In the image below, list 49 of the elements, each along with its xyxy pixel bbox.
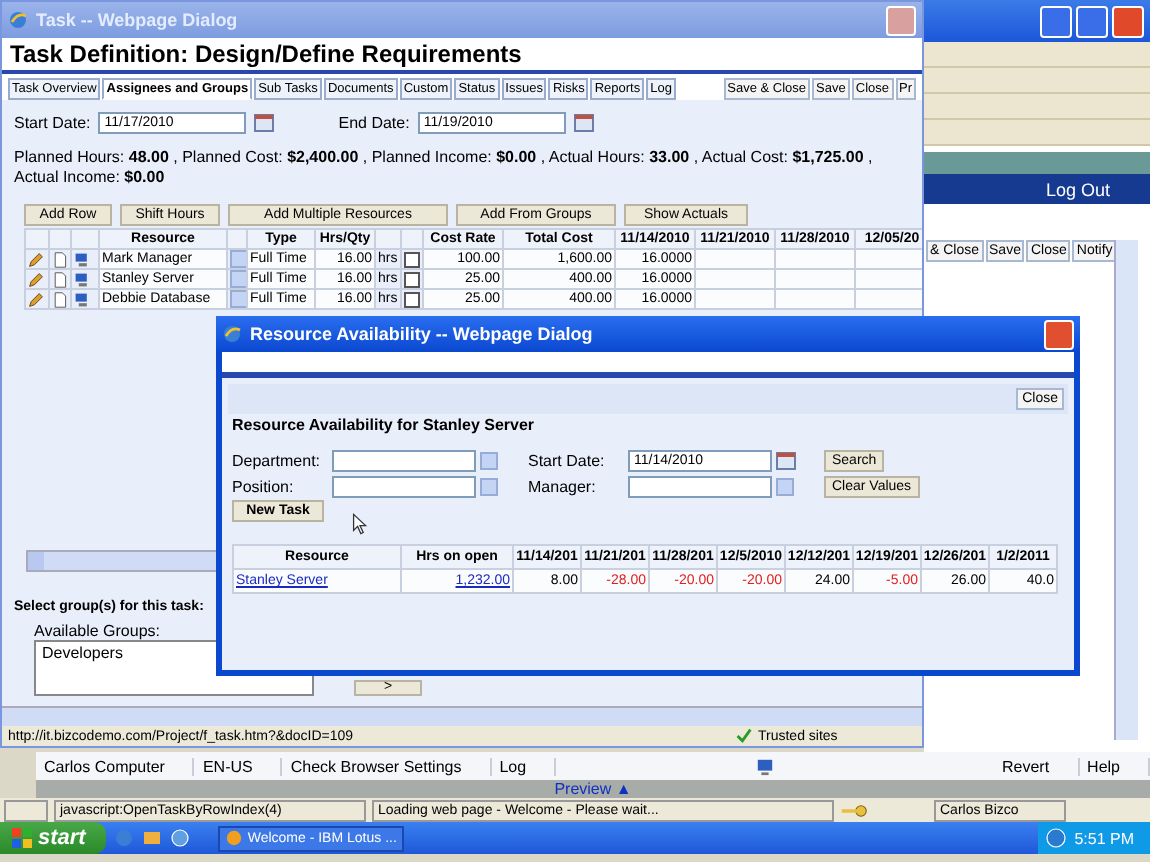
preview-toggle[interactable]: Preview <box>554 780 612 798</box>
department-dropdown[interactable] <box>332 450 476 472</box>
status-item[interactable]: Log <box>491 757 557 775</box>
status-item[interactable]: EN-US <box>194 757 283 775</box>
status-item[interactable]: Check Browser Settings <box>282 757 492 775</box>
caret-icon[interactable]: ▲ <box>615 780 632 798</box>
checkbox[interactable] <box>404 271 420 287</box>
calendar-icon[interactable] <box>776 452 796 470</box>
status-item[interactable]: Help <box>1079 757 1150 775</box>
globe-icon[interactable] <box>169 828 190 848</box>
dialog-title: Resource Availability -- Webpage Dialog <box>250 324 595 344</box>
close-button[interactable] <box>1044 319 1074 349</box>
minimize-button[interactable] <box>1040 5 1072 37</box>
computer-icon[interactable] <box>756 757 775 775</box>
vertical-scrollbar[interactable] <box>1114 240 1138 740</box>
start-button[interactable]: start <box>0 822 106 854</box>
computer-icon[interactable] <box>74 251 90 267</box>
field-label: End Date: <box>338 114 410 132</box>
calendar-icon[interactable] <box>254 114 275 132</box>
manager-dropdown[interactable] <box>628 476 772 498</box>
checkbox[interactable] <box>404 291 420 307</box>
computer-icon[interactable] <box>74 291 90 307</box>
restore-button[interactable] <box>1076 5 1108 37</box>
dialog-title: Task -- Webpage Dialog <box>36 10 240 30</box>
log-out-link[interactable]: Log Out <box>1045 179 1110 199</box>
close-button[interactable] <box>1112 5 1144 37</box>
page-heading: Task Definition: Design/Define Requirements <box>2 38 922 74</box>
status-item[interactable]: Revert <box>993 757 1080 775</box>
mouse-pointer-icon <box>352 512 368 536</box>
key-icon[interactable] <box>840 803 868 817</box>
section-heading: Resource Availability for Stanley Server <box>232 416 537 434</box>
checkbox[interactable] <box>404 251 420 267</box>
field-label: Start Date: <box>14 114 91 132</box>
field-label: Start Date: <box>528 452 607 470</box>
field-label: Available Groups: <box>34 622 162 640</box>
checkmark-icon <box>736 728 752 744</box>
field-label: Manager: <box>528 478 598 496</box>
position-dropdown[interactable] <box>332 476 476 498</box>
horizontal-scrollbar[interactable] <box>26 550 218 572</box>
status-item[interactable]: Carlos Computer <box>36 757 195 775</box>
computer-icon[interactable] <box>74 271 90 287</box>
calendar-icon[interactable] <box>573 114 594 132</box>
horizontal-scrollbar[interactable] <box>2 706 922 726</box>
summary-text: Planned Hours: 48.00 , Planned Cost: $2,400.00 , Planned Income: $0.00 , Actual Hours: 33.00 , Actual Cost: $1,725.00 , Actual Income: $0.00 <box>14 148 875 188</box>
field-label: Position: <box>232 478 296 496</box>
windows-logo-icon <box>12 828 32 848</box>
field-label: Department: <box>232 452 323 470</box>
clock: 5:51 PM <box>1074 829 1134 847</box>
folder-icon[interactable] <box>141 828 162 848</box>
